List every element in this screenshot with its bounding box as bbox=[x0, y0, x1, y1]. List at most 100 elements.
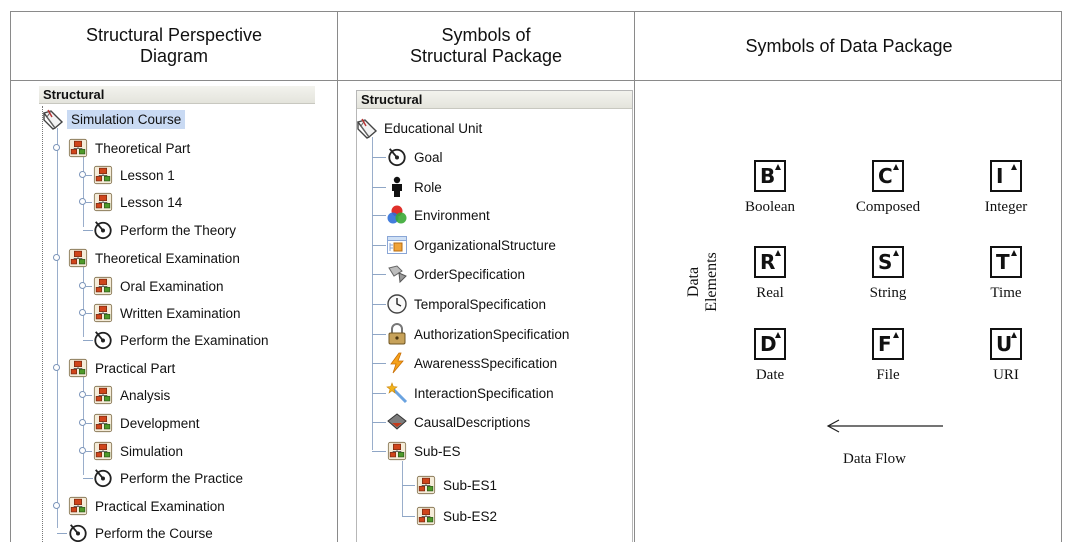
clock-icon bbox=[386, 293, 408, 315]
structural-package-item[interactable]: OrderSpecification bbox=[386, 261, 525, 287]
perspective-tree-item[interactable]: Lesson 14 bbox=[92, 189, 182, 215]
data-type-name: Composed bbox=[855, 199, 921, 215]
data-type-name: URI bbox=[993, 367, 1019, 383]
tree-item-label: Practical Examination bbox=[95, 498, 225, 514]
perspective-tree-item[interactable]: Perform the Theory bbox=[92, 217, 236, 243]
perspective-tree-item[interactable]: Oral Examination bbox=[92, 273, 224, 299]
expand-toggle-icon[interactable] bbox=[79, 171, 86, 178]
structural-package-item[interactable]: Educational Unit bbox=[356, 115, 482, 141]
perspective-tree-item[interactable]: Development bbox=[92, 410, 200, 436]
tree-item-label: Perform the Course bbox=[95, 525, 213, 541]
sub-es-icon bbox=[386, 440, 408, 462]
tree-connector bbox=[372, 304, 386, 305]
caret-icon bbox=[775, 164, 781, 170]
tree-connector bbox=[83, 478, 93, 479]
caret-icon bbox=[893, 250, 899, 256]
expand-toggle-icon[interactable] bbox=[53, 144, 60, 151]
data-type-name: Boolean bbox=[745, 199, 795, 215]
perspective-tree-item[interactable]: Written Examination bbox=[92, 300, 241, 326]
tree-connector bbox=[372, 137, 373, 450]
data-type-icon: C bbox=[872, 160, 904, 192]
structural-package-item[interactable]: AuthorizationSpecification bbox=[386, 321, 569, 347]
tree-connector bbox=[372, 422, 386, 423]
perspective-tree-item[interactable]: Simulation bbox=[92, 438, 183, 464]
caret-icon bbox=[1011, 332, 1017, 338]
structural-package-item[interactable]: Role bbox=[386, 174, 442, 200]
tree-guide-line bbox=[42, 106, 43, 542]
expand-toggle-icon[interactable] bbox=[79, 309, 86, 316]
data-type-letter: F bbox=[878, 332, 892, 356]
tree-item-label: TemporalSpecification bbox=[414, 296, 547, 312]
tree-connector bbox=[83, 340, 93, 341]
expand-toggle-icon[interactable] bbox=[79, 198, 86, 205]
tree-connector bbox=[86, 451, 92, 452]
data-type-letter: B bbox=[760, 164, 776, 188]
data-type-icon: I bbox=[990, 160, 1022, 192]
expand-toggle-icon[interactable] bbox=[79, 391, 86, 398]
expand-toggle-icon[interactable] bbox=[53, 502, 60, 509]
perspective-tree-item[interactable]: Perform the Course bbox=[67, 520, 213, 542]
structural-package-item[interactable]: InteractionSpecification bbox=[386, 380, 554, 406]
expand-toggle-icon[interactable] bbox=[79, 419, 86, 426]
data-type-icon: S bbox=[872, 246, 904, 278]
structural-package-item[interactable]: OrganizationalStructure bbox=[386, 232, 556, 258]
expand-toggle-icon[interactable] bbox=[53, 364, 60, 371]
organizational-structure-icon bbox=[386, 234, 408, 256]
perspective-tree-item[interactable]: Simulation Course bbox=[42, 106, 186, 132]
data-type-name: Real bbox=[756, 285, 784, 301]
structural-package-item[interactable]: Sub-ES bbox=[386, 438, 461, 464]
tree-connector bbox=[86, 175, 92, 176]
data-symbol-file: F File bbox=[853, 328, 923, 384]
tree-item-label: Theoretical Examination bbox=[95, 250, 240, 266]
expand-toggle-icon[interactable] bbox=[53, 254, 60, 261]
data-type-name: String bbox=[869, 285, 907, 301]
sub-es-icon bbox=[92, 384, 114, 406]
structural-package-item[interactable]: Environment bbox=[386, 202, 490, 228]
caret-icon bbox=[893, 332, 899, 338]
data-type-letter: U bbox=[996, 332, 1013, 356]
column-divider bbox=[337, 12, 338, 542]
perspective-tree-item[interactable]: Analysis bbox=[92, 382, 170, 408]
tree-connector bbox=[372, 274, 386, 275]
tree-item-label: Oral Examination bbox=[120, 278, 224, 294]
role-icon bbox=[386, 176, 408, 198]
sub-es-icon bbox=[67, 495, 89, 517]
sub-es-icon bbox=[67, 137, 89, 159]
data-symbol-uri: U URI bbox=[971, 328, 1041, 384]
perspective-tree-item[interactable]: Lesson 1 bbox=[92, 162, 175, 188]
tree-item-label: OrganizationalStructure bbox=[414, 237, 556, 253]
structural-package-item[interactable]: AwarenessSpecification bbox=[386, 350, 557, 376]
goal-icon bbox=[92, 467, 114, 489]
magic-wand-icon bbox=[386, 382, 408, 404]
perspective-tree-item[interactable]: Practical Part bbox=[67, 355, 175, 381]
perspective-tree-item[interactable]: Perform the Practice bbox=[92, 465, 243, 491]
perspective-tree-item[interactable]: Theoretical Part bbox=[67, 135, 190, 161]
tree-item-label: Analysis bbox=[120, 387, 171, 403]
caret-icon bbox=[1011, 164, 1017, 170]
tree-item-label: AwarenessSpecification bbox=[414, 355, 558, 371]
expand-toggle-icon[interactable] bbox=[79, 282, 86, 289]
tree-connector bbox=[372, 157, 386, 158]
data-symbol-integer: I Integer bbox=[971, 160, 1041, 216]
structural-package-item[interactable]: CausalDescriptions bbox=[386, 409, 530, 435]
structural-package-item[interactable]: Sub-ES1 bbox=[415, 472, 497, 498]
tree-connector bbox=[402, 516, 415, 517]
sub-es-icon bbox=[67, 357, 89, 379]
tree-item-label: Environment bbox=[414, 207, 490, 223]
data-flow-arrow bbox=[826, 419, 943, 433]
structural-package-item[interactable]: Sub-ES2 bbox=[415, 503, 497, 529]
tree-item-label: Sub-ES bbox=[414, 443, 461, 459]
data-type-name: Date bbox=[755, 367, 785, 383]
tree-item-label: CausalDescriptions bbox=[414, 414, 531, 430]
perspective-tree-item[interactable]: Theoretical Examination bbox=[67, 245, 240, 271]
perspective-tree-item[interactable]: Perform the Examination bbox=[92, 327, 269, 353]
structural-package-item[interactable]: Goal bbox=[386, 144, 443, 170]
sub-es-icon bbox=[92, 164, 114, 186]
structural-package-item[interactable]: TemporalSpecification bbox=[386, 291, 546, 317]
expand-toggle-icon[interactable] bbox=[79, 447, 86, 454]
sub-es-icon bbox=[92, 275, 114, 297]
tree-item-label: Perform the Practice bbox=[120, 470, 244, 486]
perspective-tree-item[interactable]: Practical Examination bbox=[67, 493, 225, 519]
caret-icon bbox=[775, 250, 781, 256]
panel-title: Structural bbox=[357, 91, 632, 109]
